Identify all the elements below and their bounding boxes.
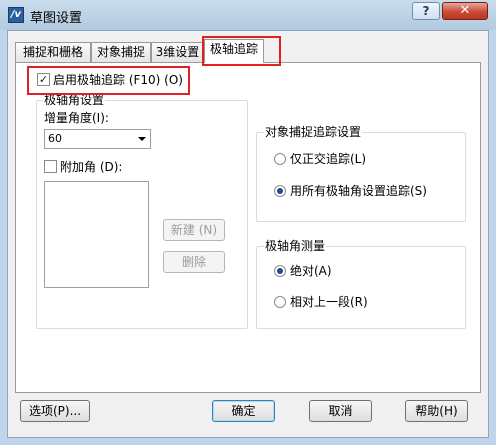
all-polar-tracking-label: 用所有极轴角设置追踪(S) (290, 184, 427, 198)
all-polar-tracking-radio[interactable] (274, 185, 286, 197)
relative-radio[interactable] (274, 296, 286, 308)
ortho-tracking-radio[interactable] (274, 153, 286, 165)
ortho-tracking-label: 仅正交追踪(L) (290, 152, 367, 166)
window-title: 草图设置 (30, 11, 83, 26)
additional-angle-checkbox[interactable] (44, 160, 57, 173)
increment-angle-select[interactable]: 60 (44, 129, 151, 149)
help-title-button[interactable]: ? (412, 2, 440, 20)
ok-button[interactable]: 确定 (212, 400, 275, 422)
absolute-label: 绝对(A) (290, 264, 332, 278)
polar-measure-group (256, 246, 466, 329)
tab-3d-settings[interactable]: 3维设置 (151, 42, 204, 62)
tab-highlight-box (202, 36, 281, 66)
polar-angle-group-title: 极轴角设置 (43, 93, 106, 107)
snap-tracking-group (256, 132, 466, 222)
increment-angle-label: 增量角度(I): (44, 111, 109, 125)
additional-angle-label: 附加角 (D): (60, 160, 123, 174)
radio-selected-dot (277, 268, 283, 274)
app-icon: /v (8, 7, 24, 23)
title-bar[interactable]: /v 草图设置 ? ✕ (0, 0, 496, 30)
tab-object-snap[interactable]: 对象捕捉 (91, 42, 151, 62)
options-button[interactable]: 选项(P)... (20, 400, 90, 422)
enable-polar-highlight-box (27, 66, 190, 95)
help-button[interactable]: 帮助(H) (405, 400, 468, 422)
polar-measure-group-title: 极轴角测量 (264, 239, 327, 253)
absolute-radio[interactable] (274, 265, 286, 277)
snap-tracking-group-title: 对象捕捉追踪设置 (264, 125, 363, 139)
delete-angle-button[interactable]: 删除 (163, 251, 225, 273)
relative-label: 相对上一段(R) (290, 295, 368, 309)
tab-snap-grid[interactable]: 捕捉和栅格 (15, 42, 91, 62)
radio-selected-dot (277, 188, 283, 194)
tab-panel: ✓ 启用极轴追踪 (F10) (O) 极轴角设置 增量角度(I): 60 附加角… (15, 62, 481, 393)
dialog-client: 捕捉和栅格 对象捕捉 3维设置 极轴追踪 ✓ 启用极轴追踪 (F10) (O) … (7, 30, 489, 438)
dialog-window: /v 草图设置 ? ✕ 捕捉和栅格 对象捕捉 3维设置 极轴追踪 ✓ 启用极轴追… (0, 0, 496, 445)
increment-angle-value: 60 (48, 132, 62, 145)
additional-angle-list[interactable] (44, 181, 149, 288)
cancel-button[interactable]: 取消 (309, 400, 372, 422)
close-button[interactable]: ✕ (442, 2, 488, 20)
chevron-down-icon (138, 137, 146, 141)
new-angle-button[interactable]: 新建 (N) (163, 219, 225, 241)
